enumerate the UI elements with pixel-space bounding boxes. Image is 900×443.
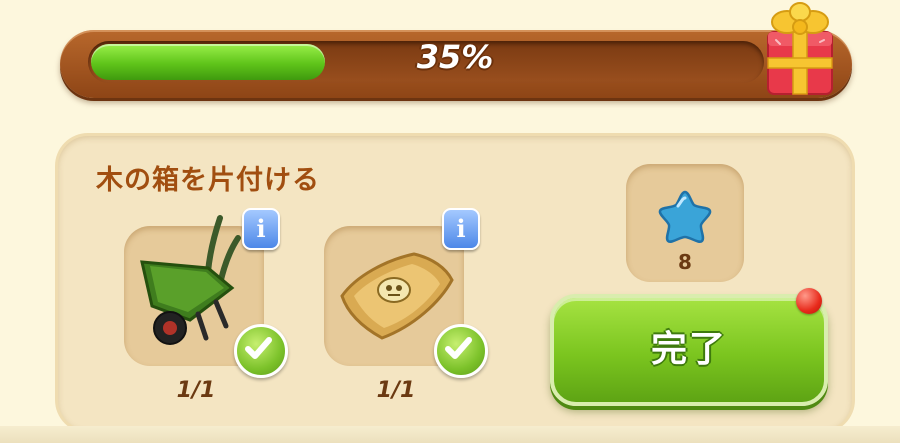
blue-star-icon (658, 190, 712, 243)
checkmark-icon (445, 337, 472, 359)
gift-box-icon[interactable] (760, 0, 840, 100)
quest-title: 木の箱を片付ける (96, 165, 320, 196)
progress-bar-fill (91, 44, 325, 80)
notification-dot (796, 288, 822, 314)
progress-percent-label: 35% (416, 38, 494, 76)
bottom-strip (0, 426, 900, 443)
checkmark-icon (245, 337, 272, 359)
info-button-sandbag[interactable]: i (442, 208, 480, 250)
reward-count: 8 (678, 250, 692, 274)
item-count-wheelbarrow: 1/1 (176, 378, 216, 403)
checkmark-icon-sandbag (434, 324, 488, 378)
checkmark-icon-wheelbarrow (234, 324, 288, 378)
complete-button[interactable]: 完了 (550, 294, 828, 406)
complete-button-label: 完了 (650, 329, 727, 370)
item-count-sandbag: 1/1 (376, 378, 416, 403)
info-button-wheelbarrow[interactable]: i (242, 208, 280, 250)
